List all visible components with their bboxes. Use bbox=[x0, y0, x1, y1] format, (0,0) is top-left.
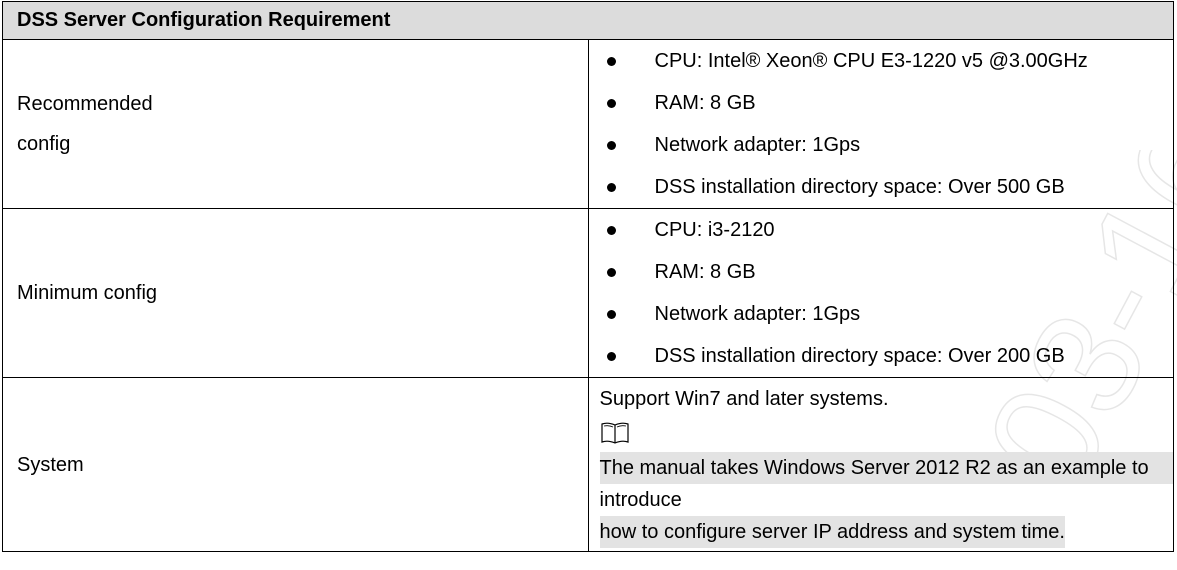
row-items-recommended: CPU: Intel® Xeon® CPU E3-1220 v5 @3.00GH… bbox=[587, 39, 1174, 209]
row-label-line: Minimum config bbox=[17, 282, 158, 304]
list-item-text: RAM: 8 GB bbox=[654, 261, 756, 283]
bullet-icon bbox=[606, 57, 616, 66]
table-row-recommended: Recommended config CPU: Intel® Xeon® CPU… bbox=[2, 39, 1174, 209]
bullet-icon bbox=[606, 226, 616, 235]
list-item: CPU: i3-2120 bbox=[589, 209, 1174, 251]
bullet-icon bbox=[606, 310, 616, 319]
note-text: The manual takes Windows Server 2012 R2 … bbox=[599, 452, 1173, 511]
list-item: DSS installation directory space: Over 5… bbox=[589, 166, 1174, 208]
table-row-system: System Support Win7 and later systems. T… bbox=[2, 377, 1174, 552]
bullet-icon bbox=[606, 352, 616, 361]
list-item-text: RAM: 8 GB bbox=[654, 92, 756, 114]
bullet-list: CPU: Intel® Xeon® CPU E3-1220 v5 @3.00GH… bbox=[589, 40, 1174, 208]
note-text: how to configure server IP address and s… bbox=[599, 516, 1065, 548]
table-header-row: DSS Server Configuration Requirement bbox=[2, 1, 1174, 40]
table-title: DSS Server Configuration Requirement bbox=[2, 1, 1174, 40]
list-item-text: Network adapter: 1Gps bbox=[654, 303, 861, 325]
list-item-text: DSS installation directory space: Over 2… bbox=[654, 345, 1065, 367]
list-item-text: CPU: i3-2120 bbox=[654, 219, 775, 241]
bullet-icon bbox=[606, 268, 616, 277]
list-item: CPU: Intel® Xeon® CPU E3-1220 v5 @3.00GH… bbox=[589, 40, 1174, 82]
list-item: DSS installation directory space: Over 2… bbox=[589, 335, 1174, 377]
row-label-system: System bbox=[2, 377, 589, 552]
bullet-icon bbox=[606, 99, 616, 108]
note-text-line-2: how to configure server IP address and s… bbox=[599, 512, 1174, 551]
row-items-minimum: CPU: i3-2120 RAM: 8 GB Network adapter: … bbox=[587, 208, 1174, 378]
table-row-minimum: Minimum config CPU: i3-2120 RAM: 8 GB Ne… bbox=[2, 208, 1174, 378]
list-item: Network adapter: 1Gps bbox=[589, 124, 1174, 166]
bullet-icon bbox=[606, 183, 616, 192]
note-icon-line bbox=[600, 420, 1174, 448]
list-item: RAM: 8 GB bbox=[589, 82, 1174, 124]
row-label-line: Recommended bbox=[17, 93, 153, 115]
row-content-system: Support Win7 and later systems. The manu… bbox=[587, 377, 1174, 552]
row-label-recommended: Recommended config bbox=[2, 39, 589, 209]
row-label-minimum: Minimum config bbox=[2, 208, 589, 378]
config-table: DSS Server Configuration Requirement Rec… bbox=[2, 1, 1174, 552]
row-label-line: config bbox=[17, 133, 71, 155]
system-block: Support Win7 and later systems. The manu… bbox=[589, 378, 1174, 551]
book-icon bbox=[600, 422, 629, 444]
note-text-line-1: The manual takes Windows Server 2012 R2 … bbox=[599, 448, 1173, 512]
list-item: RAM: 8 GB bbox=[589, 251, 1174, 293]
bullet-list: CPU: i3-2120 RAM: 8 GB Network adapter: … bbox=[589, 209, 1174, 377]
list-item-text: CPU: Intel® Xeon® CPU E3-1220 v5 @3.00GH… bbox=[654, 50, 1088, 72]
list-item-text: DSS installation directory space: Over 5… bbox=[654, 176, 1065, 198]
system-text: Support Win7 and later systems. bbox=[599, 388, 889, 410]
list-item-text: Network adapter: 1Gps bbox=[654, 134, 861, 156]
list-item: Network adapter: 1Gps bbox=[589, 293, 1174, 335]
bullet-icon bbox=[606, 141, 616, 150]
